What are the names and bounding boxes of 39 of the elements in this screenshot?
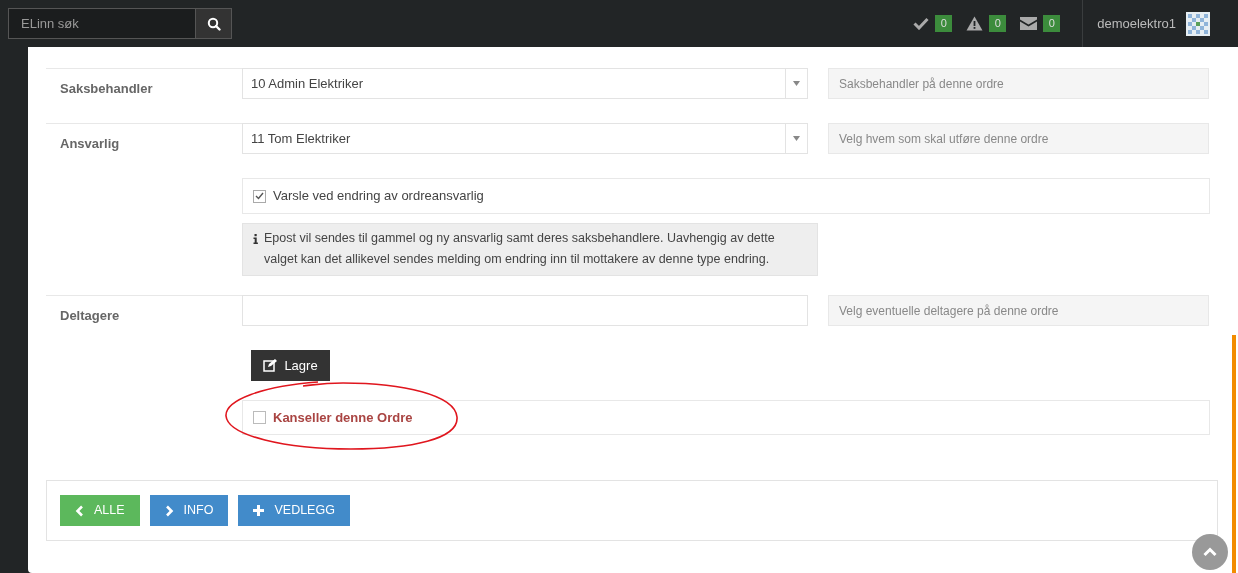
checkbox-label: Varsle ved endring av ordreansvarlig [273,187,484,206]
username[interactable]: demoelektro1 [1097,13,1176,34]
select-field[interactable]: 11 Tom Elektriker [242,123,808,154]
select-field[interactable]: 10 Admin Elektriker [242,68,808,99]
search-field[interactable]: ELinn søk [8,8,196,39]
save-button[interactable]: Lagre [251,350,330,381]
mail-icon [1020,17,1038,30]
count-badge: 0 [935,15,953,32]
chevron-left-icon [75,504,84,517]
count-badge: 0 [1043,15,1061,32]
search-icon [206,16,221,31]
chevron-up-icon [1203,547,1217,557]
scrollbar[interactable] [1232,335,1236,573]
chevron-right-icon [164,504,174,517]
avatar-icon[interactable] [1186,11,1210,36]
checkbox[interactable] [253,411,266,424]
checkmark-icon [255,192,264,200]
scroll-top-button[interactable] [1192,534,1228,570]
checkmark-icon [913,17,930,30]
hint-field: Saksbehandler på denne ordre [828,68,1209,99]
count-badge: 0 [989,15,1007,32]
hint-field: Velg eventuelle deltagere på denne ordre [828,295,1209,326]
info-icon [253,234,258,244]
hint-field: Velg hvem som skal utføre denne ordre [828,123,1209,154]
cancel-label: Kanseller denne Ordre [273,408,413,427]
field-label: Ansvarlig [60,136,120,151]
checkbox-row[interactable]: Kanseller denne Ordre [242,400,1210,435]
field-label: Saksbehandler [60,81,153,96]
plus-icon [253,505,265,516]
input-field[interactable] [242,295,808,326]
warning-icon [966,16,984,31]
edit-icon [263,359,278,372]
checkbox[interactable] [253,189,266,203]
field-label: Deltagere [60,308,120,323]
search-button[interactable] [196,8,232,39]
nav-button[interactable]: VEDLEGG [238,495,350,526]
checkbox-row[interactable]: Varsle ved endring av ordreansvarlig [242,178,1210,214]
nav-button[interactable]: INFO [149,495,229,526]
info-text: Epost vil sendes til gammel og ny ansvarlig samt deres saksbehandlere. Uavhengig av dette valget kan det allikevel sendes melding om endring inn til mottakere av denne type endring. [264,230,776,268]
